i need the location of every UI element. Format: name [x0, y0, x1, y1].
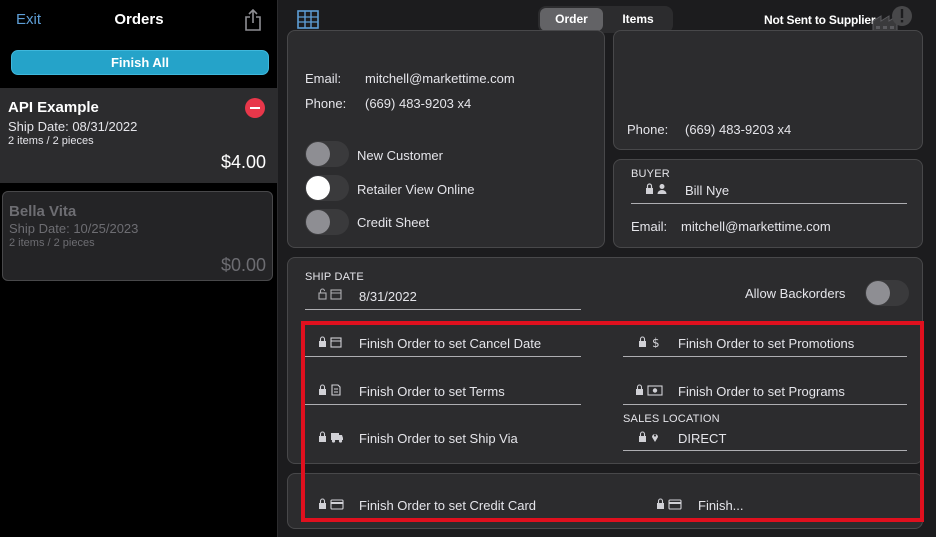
buyer-card: BUYER Bill Nye Email: mitchell@markettim…	[613, 159, 923, 248]
retailer-view-online-label: Retailer View Online	[357, 182, 475, 197]
retailer-view-online-toggle[interactable]	[305, 175, 349, 201]
tab-items[interactable]: Items	[605, 8, 671, 31]
supplier-status-text: Not Sent to Supplier	[764, 13, 876, 27]
shipping-phone: (669) 483-9203 x4	[685, 122, 792, 137]
email-label: Email:	[631, 219, 668, 234]
toggle-knob	[306, 142, 330, 166]
sidebar-toggle-icon[interactable]	[297, 10, 319, 29]
lock-calendar-icon	[318, 288, 342, 300]
ship-date-value[interactable]: 8/31/2022	[359, 289, 417, 304]
customer-info-card: Email: mitchell@markettime.com Phone: (6…	[287, 30, 605, 248]
toggle-knob	[306, 176, 330, 200]
toggle-knob	[306, 210, 330, 234]
highlight-box	[301, 321, 924, 522]
orders-sidebar: Exit Orders Finish All API Example Ship …	[0, 0, 278, 537]
tab-order[interactable]: Order	[540, 8, 603, 31]
phone-label: Phone:	[305, 96, 347, 111]
email-label: Email:	[305, 71, 342, 86]
buyer-name[interactable]: Bill Nye	[685, 183, 729, 198]
buyer-name-underline	[631, 203, 907, 204]
lock-user-icon	[646, 183, 667, 194]
phone-label: Phone:	[627, 122, 669, 137]
order-item-count: 2 items / 2 pieces	[9, 237, 95, 249]
order-detail-pane: Order Items Not Sent to Supplier Email: …	[279, 0, 936, 537]
buyer-email: mitchell@markettime.com	[681, 219, 831, 234]
ship-date-label: SHIP DATE	[305, 271, 364, 283]
new-customer-label: New Customer	[357, 148, 443, 163]
delete-order-icon[interactable]	[245, 98, 265, 118]
buyer-section-label: BUYER	[631, 168, 670, 180]
order-list-item[interactable]: API Example Ship Date: 08/31/2022 2 item…	[0, 88, 278, 183]
shipping-contact-card: Phone: (669) 483-9203 x4	[613, 30, 923, 150]
share-icon[interactable]	[244, 9, 262, 31]
credit-sheet-toggle[interactable]	[305, 209, 349, 235]
order-name: API Example	[8, 99, 99, 116]
allow-backorders-toggle[interactable]	[865, 280, 909, 306]
toggle-knob	[866, 281, 890, 305]
view-segmented-control: Order Items	[538, 6, 673, 33]
order-total: $4.00	[220, 152, 266, 172]
order-name: Bella Vita	[9, 203, 77, 220]
finish-all-button[interactable]: Finish All	[11, 50, 269, 75]
customer-phone: (669) 483-9203 x4	[365, 96, 472, 111]
order-ship-date: Ship Date: 10/25/2023	[9, 221, 139, 236]
sidebar-title: Orders	[114, 11, 164, 28]
ship-date-underline	[305, 309, 581, 310]
sidebar-header: Exit Orders	[0, 0, 278, 40]
new-customer-toggle[interactable]	[305, 141, 349, 167]
order-list-item[interactable]: Bella Vita Ship Date: 10/25/2023 2 items…	[2, 191, 273, 281]
allow-backorders-label: Allow Backorders	[745, 286, 846, 301]
order-item-count: 2 items / 2 pieces	[8, 135, 94, 147]
customer-email: mitchell@markettime.com	[365, 71, 515, 86]
order-total: $0.00	[220, 255, 266, 275]
order-ship-date: Ship Date: 08/31/2022	[8, 119, 138, 134]
credit-sheet-label: Credit Sheet	[357, 215, 430, 230]
